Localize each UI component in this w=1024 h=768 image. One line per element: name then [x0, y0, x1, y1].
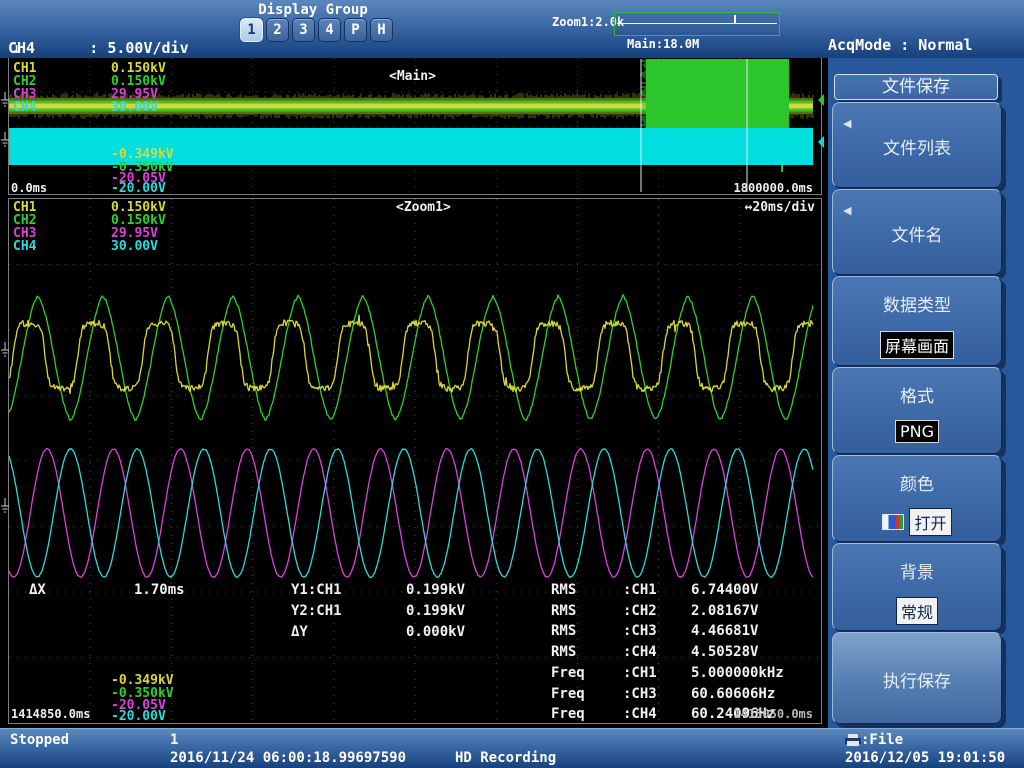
channel-label: CH4 [13, 101, 36, 114]
display-group-button-3[interactable]: 3 [292, 18, 315, 42]
meas-func: RMS [551, 583, 576, 597]
file-label: :File [861, 732, 903, 748]
meas-value: 60.60606Hz [691, 687, 775, 701]
meas-channel: :CH4 [623, 707, 657, 721]
ground-icon [0, 498, 10, 518]
channel-lower-readout: -20.00V [111, 182, 166, 195]
sidebar-button-color[interactable]: 颜色 打开 [832, 455, 1002, 542]
data-type-value: 屏幕画面 [880, 331, 954, 359]
main-window: <Main> CH1 CH2 CH3 CH4 0.150kV 0.150kV 2… [8, 58, 822, 195]
meas-channel: :CH4 [623, 645, 657, 659]
format-value: PNG [895, 420, 939, 443]
top-bar: CH4 : 5.00V/div Position : -1.00 div Dis… [0, 0, 1024, 59]
sidebar-button-background[interactable]: 背景 常规 [832, 543, 1002, 631]
left-arrow-icon: ◀ [843, 117, 851, 130]
printer-icon [845, 734, 861, 750]
zoom-time-start: 1414850.0ms [11, 708, 90, 721]
y1-value: 0.199kV [406, 583, 465, 597]
main-time-end: 1800000.0ms [709, 182, 813, 195]
meas-value: 4.46681V [691, 624, 758, 638]
meas-value: 4.50528V [691, 645, 758, 659]
meas-func: RMS [551, 604, 576, 618]
display-group-label: Display Group [238, 2, 388, 18]
acquisition-state: Stopped [10, 732, 69, 748]
delta-y-label: ΔY [291, 625, 308, 639]
file-timestamp: 2016/12/05 19:01:50 [845, 750, 1005, 766]
meas-channel: :CH3 [623, 624, 657, 638]
display-group-button-4[interactable]: 4 [318, 18, 341, 42]
channel-lower-readout: -20.00V [111, 710, 166, 723]
channel-marker-cyan-icon [812, 136, 824, 148]
zoom-position-marker[interactable] [734, 15, 736, 24]
main-time-start: 0.0ms [11, 182, 47, 195]
sidebar-button-data-type[interactable]: 数据类型 屏幕画面 [832, 276, 1002, 366]
left-arrow-icon: ◀ [843, 204, 851, 217]
meas-value: 2.08167V [691, 604, 758, 618]
delta-x-value: 1.70ms [134, 583, 185, 597]
y2-label: Y2:CH1 [291, 604, 342, 618]
channel-readout-line1: CH4 : 5.00V/div [8, 40, 189, 57]
meas-channel: :CH3 [623, 687, 657, 701]
recording-status: HD Recording [455, 750, 556, 766]
oscilloscope-screen: CH4 : 5.00V/div Position : -1.00 div Dis… [0, 0, 1024, 768]
record-number: 1 [170, 732, 178, 748]
meas-func: RMS [551, 624, 576, 638]
delta-y-value: 0.000kV [406, 625, 465, 639]
status-bar: Stopped 1 2016/11/24 06:00:18.99697590 H… [0, 728, 1024, 768]
menu-sidebar: 文件保存 ◀ 文件列表 ◀ 文件名 数据类型 屏幕画面 格式 PNG 颜色 打开 [828, 58, 1024, 728]
display-group: 1 2 3 4 P H [240, 18, 393, 42]
ground-icon [0, 92, 10, 112]
meas-value: 6.74400V [691, 583, 758, 597]
y1-label: Y1:CH1 [291, 583, 342, 597]
menu-title: 文件保存 [834, 74, 998, 100]
zoom-bar-track [617, 23, 777, 24]
trigger-position-icon: ↓ [12, 39, 21, 57]
ground-icon [0, 132, 10, 152]
record-timestamp: 2016/11/24 06:00:18.99697590 [170, 750, 406, 766]
main-record-length-label: Main:18.0M [627, 37, 699, 51]
background-value: 常规 [896, 597, 938, 625]
meas-func: Freq [551, 666, 585, 680]
meas-value: 5.000000kHz [691, 666, 784, 680]
zoom-position-bar[interactable] [614, 12, 780, 36]
meas-channel: :CH1 [623, 583, 657, 597]
meas-channel: :CH2 [623, 604, 657, 618]
scope-display: <Main> CH1 CH2 CH3 CH4 0.150kV 0.150kV 2… [0, 58, 828, 728]
channel-label: CH4 [13, 240, 36, 253]
channel-marker-green-icon [812, 94, 824, 106]
meas-func: Freq [551, 687, 585, 701]
color-palette-icon [882, 514, 904, 530]
ground-icon [0, 342, 10, 362]
main-window-title: <Main> [389, 70, 436, 83]
zoom-window-title: <Zoom1> [396, 201, 451, 214]
meas-func: RMS [551, 645, 576, 659]
y2-value: 0.199kV [406, 604, 465, 618]
zoom-window: <Zoom1> ↔20ms/div CH1 CH2 CH3 CH4 0.150k… [8, 198, 822, 724]
sidebar-button-file-list[interactable]: ◀ 文件列表 [832, 102, 1002, 188]
meas-func: Freq [551, 707, 585, 721]
channel-scale: 30.00V [111, 240, 158, 253]
channel-scale: 30.00V [111, 101, 158, 114]
zoom-timebase: ↔20ms/div [709, 201, 815, 214]
zoom-time-end: 1415050.0ms [721, 708, 813, 721]
sidebar-button-format[interactable]: 格式 PNG [832, 367, 1002, 454]
sidebar-button-file-name[interactable]: ◀ 文件名 [832, 189, 1002, 275]
display-group-button-2[interactable]: 2 [266, 18, 289, 42]
display-group-button-1[interactable]: 1 [240, 18, 263, 42]
meas-channel: :CH1 [623, 666, 657, 680]
sidebar-button-execute-save[interactable]: 执行保存 [832, 632, 1002, 724]
color-value: 打开 [909, 508, 951, 536]
file-indicator: :File [845, 732, 903, 750]
delta-x-label: ΔX [29, 583, 46, 597]
acq-mode-line: AcqMode : Normal [828, 37, 991, 54]
display-group-button-h[interactable]: H [370, 18, 393, 42]
display-group-button-p[interactable]: P [344, 18, 367, 42]
